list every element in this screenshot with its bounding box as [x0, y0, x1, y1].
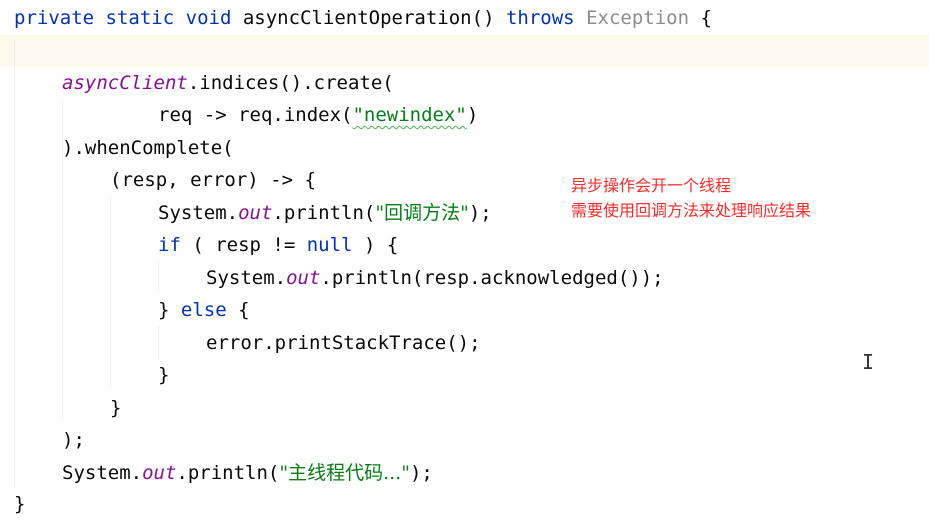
keyword-else: else — [180, 299, 227, 321]
code-line-6[interactable]: (resp, error) -> { — [110, 164, 316, 196]
keyword-private: private — [14, 7, 95, 29]
code-line-12[interactable]: } — [158, 359, 169, 391]
code-text: req -> req.index( — [158, 104, 353, 126]
keyword-if: if — [158, 234, 181, 256]
code-line-13[interactable]: } — [110, 392, 121, 424]
indent-guide — [14, 40, 15, 488]
code-text: System. — [206, 267, 287, 289]
code-line-8[interactable]: if ( resp != null ) { — [158, 229, 398, 261]
code-text: ) { — [352, 234, 399, 256]
code-text: ); — [62, 429, 85, 451]
code-line-11[interactable]: error.printStackTrace(); — [206, 327, 481, 359]
keyword-null: null — [306, 234, 353, 256]
code-text: ); — [409, 462, 433, 484]
code-line-1[interactable]: private static void asyncClientOperation… — [14, 2, 712, 34]
indent-guide — [158, 326, 159, 358]
code-line-5[interactable]: ).whenComplete( — [62, 132, 234, 164]
string-literal: "回调方法" — [375, 202, 469, 224]
field-out: out — [286, 267, 321, 289]
code-text: } — [158, 299, 181, 321]
keyword-void: void — [185, 7, 232, 29]
code-line-3[interactable]: asyncClient.indices().create( — [62, 67, 394, 99]
string-literal: "主线程代码..." — [279, 462, 410, 484]
field-asyncClient: asyncClient — [62, 72, 188, 94]
current-line-highlight — [0, 35, 929, 67]
code-line-10[interactable]: } else { — [158, 294, 250, 326]
field-out: out — [142, 462, 177, 484]
code-text: System. — [62, 462, 143, 484]
code-text: error.printStackTrace(); — [206, 332, 481, 354]
annotation-note-2: 需要使用回调方法来处理响应结果 — [571, 201, 812, 220]
code-text: (resp, error) -> { — [110, 169, 316, 191]
code-text: .println( — [272, 202, 376, 224]
method-name: asyncClientOperation — [242, 7, 472, 29]
indent-guide — [110, 196, 111, 388]
code-text: ); — [468, 202, 492, 224]
code-text: .indices().create( — [187, 72, 394, 94]
code-text: .println(resp.acknowledged()); — [320, 267, 664, 289]
exception-type: Exception — [586, 7, 690, 29]
code-editor[interactable]: private static void asyncClientOperation… — [0, 0, 929, 523]
code-text: } — [158, 364, 170, 386]
code-line-16[interactable]: } — [14, 488, 25, 520]
indent-guide — [158, 260, 159, 292]
code-text: ).whenComplete( — [62, 137, 234, 159]
code-line-14[interactable]: ); — [62, 424, 85, 456]
keyword-throws: throws — [505, 7, 575, 29]
string-literal: "newindex" — [352, 104, 467, 126]
code-text: { — [226, 299, 250, 321]
code-line-4[interactable]: req -> req.index("newindex") — [158, 99, 478, 131]
method-params: () — [471, 7, 495, 29]
code-text: } — [14, 493, 26, 515]
code-line-9[interactable]: System.out.println(resp.acknowledged()); — [206, 262, 664, 294]
field-out: out — [238, 202, 273, 224]
code-text: ) — [466, 104, 479, 126]
text-cursor-icon: I — [862, 350, 875, 374]
code-text: .println( — [176, 462, 280, 484]
keyword-static: static — [105, 7, 175, 29]
code-line-7[interactable]: System.out.println("回调方法"); — [158, 197, 492, 229]
brace-open: { — [700, 7, 712, 29]
code-text: ( resp != — [180, 234, 307, 256]
code-line-15[interactable]: System.out.println("主线程代码..."); — [62, 457, 433, 489]
code-text: } — [110, 397, 122, 419]
annotation-note-1: 异步操作会开一个线程 — [571, 176, 732, 195]
code-text: System. — [158, 202, 239, 224]
